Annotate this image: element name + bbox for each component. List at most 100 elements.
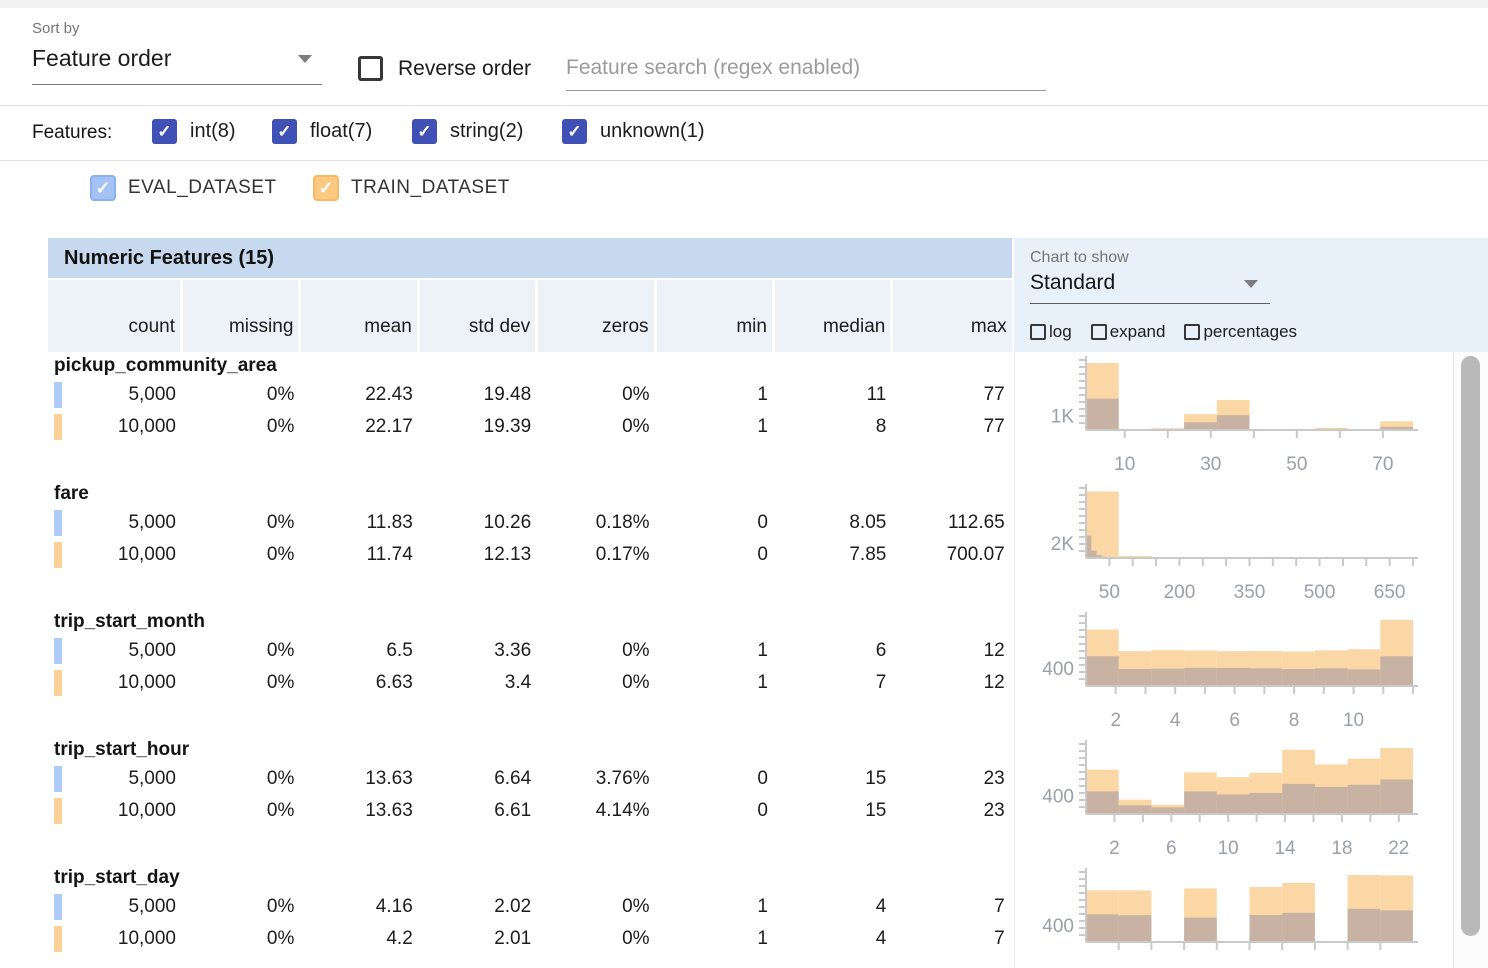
sort-by-dropdown[interactable]: Feature order: [32, 45, 322, 85]
reverse-order-checkbox[interactable]: [358, 56, 383, 81]
histogram-bar-eval_dataset: [1119, 915, 1152, 942]
cell-zeros: 4.14%: [538, 800, 656, 822]
chart-option-label: percentages: [1203, 322, 1297, 342]
dataset-toggle-train_dataset: ✓TRAIN_DATASET: [313, 175, 510, 201]
histogram-bar-eval_dataset: [1151, 669, 1184, 686]
chart-option-percentages-checkbox[interactable]: [1184, 324, 1200, 340]
cell-zeros: 3.76%: [538, 768, 656, 790]
y-axis-label: 400: [1042, 916, 1074, 937]
cell-count: 5,000: [48, 896, 183, 918]
histogram-bar-eval_dataset: [1184, 668, 1217, 686]
cell-zeros: 0.17%: [538, 544, 656, 566]
dataset-checkbox[interactable]: ✓: [313, 175, 339, 201]
dataset-checkbox[interactable]: ✓: [90, 175, 116, 201]
cell-mean: 13.63: [301, 800, 419, 822]
cell-median: 8: [775, 416, 893, 438]
histogram-bar-eval_dataset: [1315, 668, 1348, 686]
x-tick-label: 30: [1200, 454, 1221, 475]
histogram-bar-eval_dataset: [1282, 669, 1315, 686]
cell-zeros: 0%: [538, 384, 656, 406]
cell-std-dev: 3.36: [420, 640, 538, 662]
cell-max: 7: [893, 928, 1011, 950]
cell-median: 4: [775, 928, 893, 950]
x-tick-label: 8: [1289, 710, 1300, 731]
cell-max: 77: [893, 416, 1011, 438]
sort-by-value: Feature order: [32, 45, 171, 71]
feature-type-checkbox[interactable]: ✓: [562, 119, 587, 144]
cell-max: 112.65: [893, 512, 1011, 534]
x-tick-label: 10: [1114, 454, 1135, 475]
cell-min: 1: [657, 672, 775, 694]
check-icon: ✓: [277, 122, 291, 142]
train-dataset-swatch: [54, 798, 62, 824]
cell-count: 5,000: [48, 640, 183, 662]
numeric-features-header: Numeric Features (15): [48, 238, 1012, 278]
x-tick-label: 14: [1274, 838, 1296, 859]
histogram-bar-eval_dataset: [1184, 918, 1217, 942]
x-tick-label: 50: [1099, 582, 1120, 603]
feature-blocks: pickup_community_area5,0000%22.4319.480%…: [48, 352, 1012, 968]
feature-search-input[interactable]: [566, 52, 1046, 91]
x-tick-label: 18: [1331, 838, 1352, 859]
vertical-scrollbar: [1453, 352, 1488, 968]
cell-median: 7: [775, 672, 893, 694]
feature-type-checkbox[interactable]: ✓: [152, 119, 177, 144]
cell-zeros: 0%: [538, 416, 656, 438]
check-icon: ✓: [567, 122, 581, 142]
cell-min: 1: [657, 384, 775, 406]
histogram-bar-eval_dataset: [1091, 551, 1096, 558]
cell-min: 1: [657, 416, 775, 438]
x-tick-label: 70: [1372, 454, 1393, 475]
y-axis-label: 400: [1042, 786, 1074, 807]
cell-max: 12: [893, 672, 1011, 694]
cell-max: 23: [893, 800, 1011, 822]
cell-median: 8.05: [775, 512, 893, 534]
dataset-toggle-eval_dataset: ✓EVAL_DATASET: [90, 175, 277, 201]
x-tick-label: 4: [1170, 710, 1181, 731]
x-tick-label: 10: [1218, 838, 1239, 859]
cell-std-dev: 6.64: [420, 768, 538, 790]
histogram-bar-eval_dataset: [1250, 793, 1283, 814]
histogram-bar-eval_dataset: [1282, 913, 1315, 942]
scrollbar-thumb[interactable]: [1461, 356, 1480, 936]
cell-median: 4: [775, 896, 893, 918]
cell-max: 23: [893, 768, 1011, 790]
cell-mean: 6.63: [301, 672, 419, 694]
chart-type-dropdown[interactable]: Standard: [1030, 271, 1270, 304]
charts-column: 1K103050702K5020035050065040024681040026…: [1014, 352, 1460, 968]
histogram-bar-eval_dataset: [1282, 784, 1315, 814]
cell-std-dev: 10.26: [420, 512, 538, 534]
chart-option-log-checkbox[interactable]: [1030, 324, 1046, 340]
feature-type-label: string(2): [450, 120, 523, 143]
cell-std-dev: 19.48: [420, 384, 538, 406]
cell-min: 1: [657, 896, 775, 918]
feature-type-checkbox[interactable]: ✓: [412, 119, 437, 144]
stats-row-eval: 5,0000%22.4319.480%11177: [48, 379, 1012, 411]
stats-row-eval: 5,0000%11.8310.260.18%08.05112.65: [48, 507, 1012, 539]
cell-zeros: 0.18%: [538, 512, 656, 534]
histogram-bar-eval_dataset: [1348, 909, 1381, 942]
histogram-bar-eval_dataset: [1380, 779, 1413, 814]
chart-option-percentages: percentages: [1184, 322, 1297, 342]
reverse-order-control: Reverse order: [358, 56, 531, 81]
histogram-bar-eval_dataset: [1086, 399, 1119, 430]
y-axis-label: 400: [1042, 659, 1074, 680]
column-header-mean: mean: [301, 280, 419, 352]
histogram-bar-eval_dataset: [1184, 422, 1217, 430]
chart-option-expand-checkbox[interactable]: [1091, 324, 1107, 340]
x-tick-label: 500: [1304, 582, 1336, 603]
eval-dataset-swatch: [54, 894, 62, 920]
cell-max: 700.07: [893, 544, 1011, 566]
cell-missing: 0%: [183, 896, 301, 918]
x-tick-label: 6: [1229, 710, 1240, 731]
histogram-bar-eval_dataset: [1217, 415, 1250, 430]
feature-block-trip_start_month: trip_start_month5,0000%6.53.360%161210,0…: [48, 608, 1012, 736]
cell-missing: 0%: [183, 384, 301, 406]
cell-count: 10,000: [48, 672, 183, 694]
x-tick-label: 10: [1343, 710, 1364, 731]
cell-median: 7.85: [775, 544, 893, 566]
feature-type-checkbox[interactable]: ✓: [272, 119, 297, 144]
column-header-row: countmissingmeanstd devzerosminmedianmax: [48, 280, 1012, 352]
histogram-bar-eval_dataset: [1119, 669, 1152, 686]
feature-type-int8: ✓int(8): [152, 119, 236, 144]
